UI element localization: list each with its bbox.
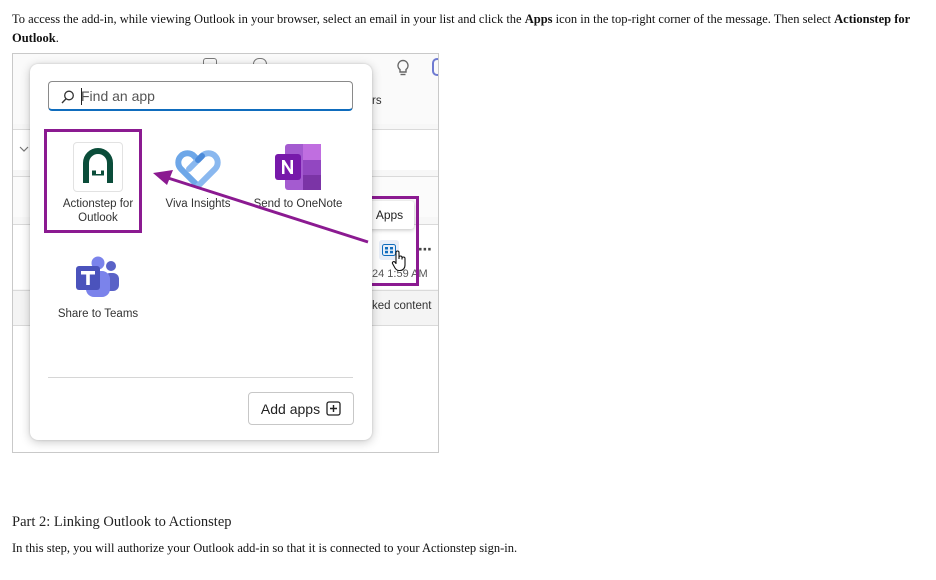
outlook-screenshot: rs ⋯ 24 1:59 AM ked content Apps Find an… <box>12 53 439 453</box>
intro-bold-apps: Apps <box>524 12 553 26</box>
annotation-arrow <box>153 170 369 244</box>
intro-paragraph: To access the add-in, while viewing Outl… <box>12 10 930 48</box>
intro-text-1: To access the add-in, while viewing Outl… <box>12 12 525 26</box>
part2-title: Part 2: Linking Outlook to Actionstep <box>12 514 232 530</box>
part2-body: In this step, you will authorize your Ou… <box>12 541 518 555</box>
intro-text-2: icon in the top-right corner of the mess… <box>552 12 835 26</box>
intro-text-3: . <box>55 31 59 45</box>
